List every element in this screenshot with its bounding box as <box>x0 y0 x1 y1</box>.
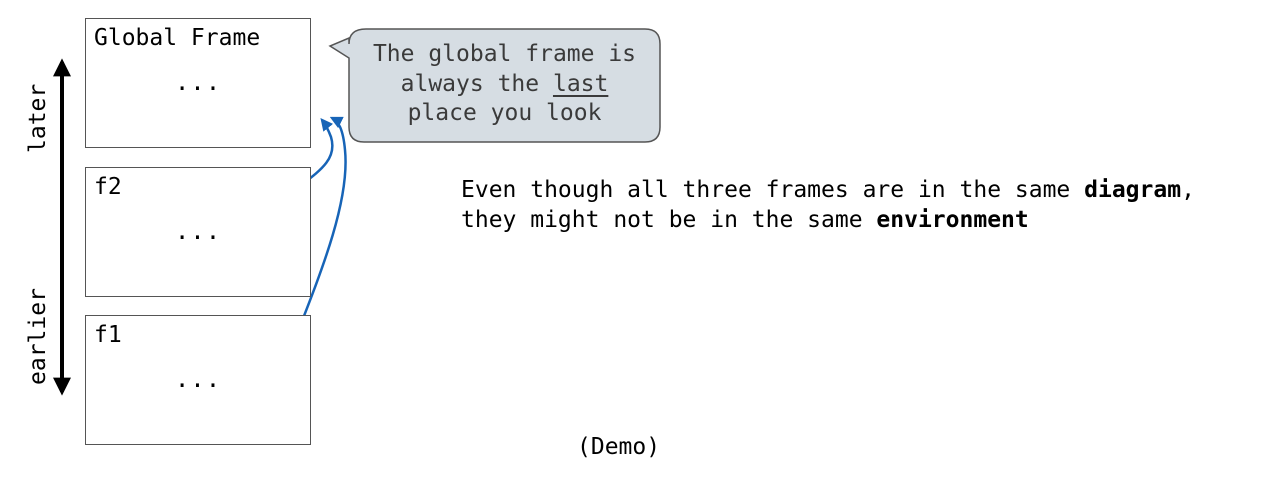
environment-note: Even though all three frames are in the … <box>461 176 1195 235</box>
callout-line-3: place you look <box>407 100 602 126</box>
note-line-2: they might not be in the same environmen… <box>461 206 1195 236</box>
global-frame-title: Global Frame <box>94 25 261 51</box>
frame-f1-title: f1 <box>94 322 122 348</box>
global-frame-ellipsis: ... <box>174 68 222 96</box>
global-frame: Global Frame ... <box>85 18 311 148</box>
frame-f1: f1 ... <box>85 315 311 445</box>
callout-text: The global frame is always the last plac… <box>349 29 660 142</box>
note-line-1-text: Even though all three frames are in the … <box>461 177 1085 203</box>
callout-line-2-text: always the <box>400 70 553 97</box>
axis-label-earlier: earlier <box>25 288 51 385</box>
demo-label: (Demo) <box>577 434 661 460</box>
note-line-1-comma: , <box>1181 177 1195 203</box>
frame-f2-title: f2 <box>94 174 122 200</box>
frame-f2: f2 ... <box>85 167 311 297</box>
axis-label-later: later <box>25 83 51 153</box>
note-bold-environment: environment <box>876 206 1029 233</box>
note-line-2-text: they might not be in the same <box>461 206 877 233</box>
frame-f1-ellipsis: ... <box>174 365 222 393</box>
callout-emphasis-last: last <box>552 70 609 97</box>
note-line-1: Even though all three frames are in the … <box>461 176 1195 206</box>
callout-line-1: The global frame is <box>372 41 637 67</box>
callout-line-2: always the last <box>349 70 660 100</box>
note-bold-diagram: diagram <box>1084 177 1182 203</box>
frame-f2-ellipsis: ... <box>174 217 222 245</box>
